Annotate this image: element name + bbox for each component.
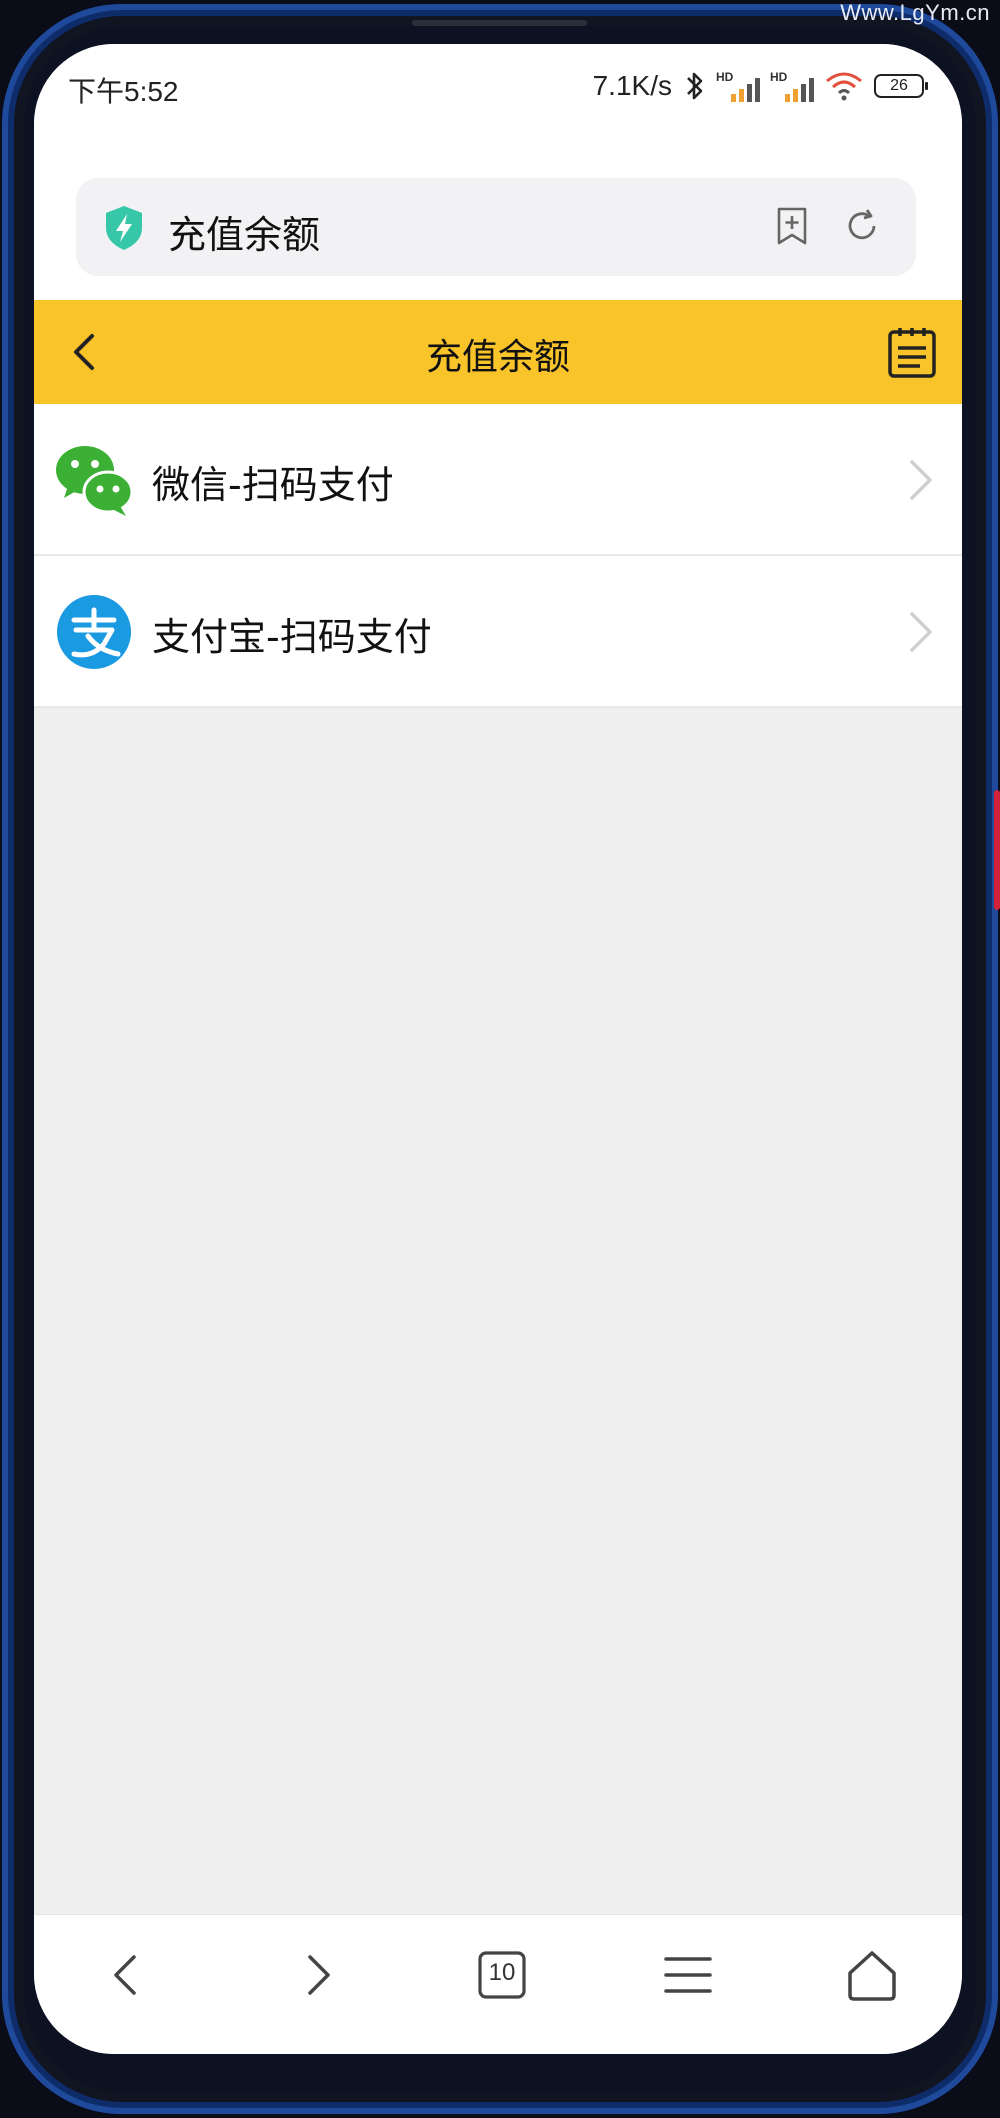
payment-option-label: 支付宝-扫码支付 — [152, 615, 432, 659]
empty-content-area — [34, 708, 962, 1966]
tabs-button[interactable]: 10 — [472, 1945, 532, 2005]
bluetooth-icon — [687, 72, 703, 100]
page-title: 充值余额 — [425, 337, 570, 378]
status-time: 下午5:52 — [68, 76, 179, 107]
address-bar[interactable]: 充值余额 — [76, 178, 916, 276]
battery-indicator: 26 — [874, 74, 928, 98]
nav-forward-icon[interactable] — [288, 1945, 348, 2005]
payment-option-label: 微信-扫码支付 — [152, 463, 394, 507]
wechat-icon — [56, 446, 134, 516]
browser-bottom-nav: 10 — [34, 1914, 962, 2054]
payment-options-list: 微信-扫码支付 支付宝-扫码支付 — [34, 404, 962, 708]
chevron-right-icon — [910, 612, 932, 652]
tab-count: 10 — [488, 1959, 516, 1986]
network-speed: 7.1K/s — [592, 70, 672, 101]
reload-icon[interactable] — [840, 204, 884, 248]
records-button[interactable] — [884, 324, 940, 380]
nav-back-icon[interactable] — [96, 1945, 156, 2005]
page-header: 充值余额 — [34, 300, 962, 404]
side-button-accent — [994, 790, 1000, 910]
phone-screen: 下午5:52 7.1K/s HD HD 26 充值余额 充值余额 微信-扫码支付… — [34, 44, 962, 2054]
speaker-grille — [412, 20, 587, 26]
address-title: 充值余额 — [168, 213, 321, 257]
browser-toolbar: 充值余额 — [34, 128, 962, 300]
cellular-signal-1-icon: HD — [716, 70, 760, 102]
home-icon[interactable] — [842, 1945, 902, 2005]
chevron-right-icon — [910, 460, 932, 500]
security-shield-icon — [106, 206, 142, 250]
payment-option-alipay[interactable]: 支付宝-扫码支付 — [34, 556, 962, 708]
status-bar: 下午5:52 7.1K/s HD HD 26 — [34, 44, 962, 128]
wifi-icon — [826, 72, 862, 101]
payment-option-wechat[interactable]: 微信-扫码支付 — [34, 404, 962, 556]
menu-icon[interactable] — [658, 1945, 718, 2005]
bookmark-add-icon[interactable] — [770, 204, 814, 248]
watermark: Www.LgYm.cn — [840, 0, 990, 25]
cellular-signal-2-icon: HD — [770, 70, 814, 102]
alipay-icon — [57, 595, 131, 669]
status-icons: 7.1K/s HD HD 26 — [592, 66, 928, 106]
